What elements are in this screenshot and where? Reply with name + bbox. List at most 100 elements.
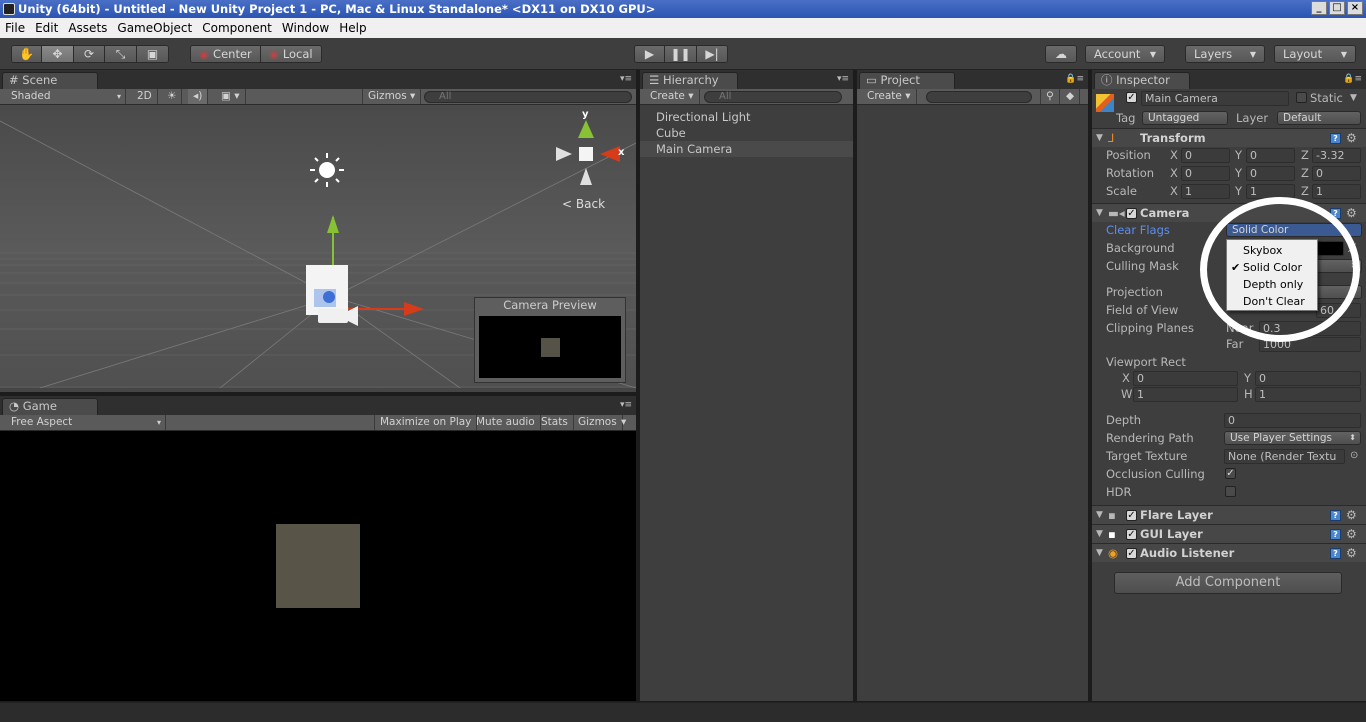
rotation-y-field[interactable]: 0 [1246, 166, 1295, 181]
project-search-input[interactable] [926, 91, 1032, 103]
step-icon[interactable]: ▶| [697, 46, 727, 62]
move-tool-icon[interactable]: ✥ [42, 46, 74, 62]
scale-x-field[interactable]: 1 [1181, 184, 1230, 199]
menu-item-depth-only[interactable]: Depth only [1227, 276, 1317, 293]
menu-item-solid-color[interactable]: ✔ Solid Color [1227, 259, 1317, 276]
gear-icon[interactable]: ⚙ [1346, 547, 1357, 559]
aspect-dropdown[interactable]: Free Aspect ▾ [6, 415, 166, 430]
lock-and-menu-icon[interactable]: 🔒≡ [1343, 74, 1362, 84]
camera-enabled-checkbox[interactable]: ✓ [1126, 208, 1137, 219]
gameobject-active-checkbox[interactable]: ✓ [1126, 92, 1137, 103]
filter-by-type-icon[interactable]: ⚲ [1040, 89, 1060, 104]
help-icon[interactable]: ? [1330, 133, 1341, 144]
audio-listener-enabled-checkbox[interactable]: ✓ [1126, 548, 1137, 559]
foldout-arrow-icon[interactable]: ▼ [1096, 526, 1103, 542]
pivot-center-button[interactable]: ◉ Center [191, 46, 261, 62]
hdr-checkbox[interactable] [1225, 486, 1236, 497]
scale-z-field[interactable]: 1 [1312, 184, 1361, 199]
layers-dropdown[interactable]: Layers ▼ [1186, 46, 1264, 62]
target-texture-field[interactable]: None (Render Textu [1224, 449, 1345, 464]
menu-help[interactable]: Help [334, 21, 371, 35]
effects-dropdown-icon[interactable]: ▣ ▾ [216, 89, 246, 104]
gear-icon[interactable]: ⚙ [1346, 509, 1357, 521]
pivot-local-button[interactable]: ◉ Local [260, 46, 321, 62]
rotation-z-field[interactable]: 0 [1312, 166, 1361, 181]
rect-tool-icon[interactable]: ▣ [137, 46, 168, 62]
tab-inspector[interactable]: ⓘ Inspector [1094, 72, 1190, 89]
viewport-x-field[interactable]: 0 [1133, 371, 1238, 386]
gizmos-dropdown[interactable]: Gizmos ▾ [362, 89, 422, 104]
menu-file[interactable]: File [0, 21, 30, 35]
minimize-button[interactable]: _ [1311, 1, 1327, 15]
panel-menu-icon[interactable]: ▾≡ [620, 74, 632, 84]
scene-viewport[interactable]: y x < Back Camera Preview [0, 105, 636, 388]
rotate-tool-icon[interactable]: ⟳ [74, 46, 105, 62]
depth-field[interactable]: 0 [1224, 413, 1361, 428]
foldout-arrow-icon[interactable]: ▼ [1096, 545, 1103, 561]
position-x-field[interactable]: 0 [1181, 148, 1230, 163]
viewport-y-field[interactable]: 0 [1255, 371, 1361, 386]
gui-layer-enabled-checkbox[interactable]: ✓ [1126, 529, 1137, 540]
tab-hierarchy[interactable]: ☰ Hierarchy [642, 72, 738, 89]
audio-toggle-icon[interactable]: ◂) [188, 89, 209, 104]
help-icon[interactable]: ? [1330, 529, 1341, 540]
gui-layer-component-header[interactable]: ▼ ▪ ✓ GUI Layer ? ⚙ [1092, 524, 1366, 543]
maximize-button[interactable]: □ [1329, 1, 1345, 15]
gameobject-name-field[interactable]: Main Camera [1141, 91, 1289, 106]
hierarchy-item-directional-light[interactable]: Directional Light [640, 109, 853, 125]
hierarchy-search-input[interactable]: All [704, 91, 842, 103]
cloud-icon[interactable]: ☁ [1046, 46, 1076, 62]
tab-scene[interactable]: # Scene [2, 72, 98, 89]
static-dropdown-arrow-icon[interactable]: ▼ [1350, 90, 1357, 106]
transform-component-header[interactable]: ▼ ⅃ Transform ? ⚙ [1092, 128, 1366, 147]
rendering-path-dropdown[interactable]: Use Player Settings ⬍ [1224, 431, 1361, 445]
game-viewport[interactable] [0, 431, 636, 701]
add-component-button[interactable]: Add Component [1114, 572, 1342, 594]
project-create-dropdown[interactable]: Create ▾ [862, 89, 917, 104]
maximize-on-play-toggle[interactable]: Maximize on Play [374, 415, 478, 430]
2d-toggle-button[interactable]: 2D [132, 89, 158, 104]
help-icon[interactable]: ? [1330, 510, 1341, 521]
scene-search-input[interactable]: All [424, 91, 632, 103]
menu-window[interactable]: Window [277, 21, 334, 35]
menu-item-skybox[interactable]: Skybox [1227, 242, 1317, 259]
audio-listener-component-header[interactable]: ▼ ◉ ✓ Audio Listener ? ⚙ [1092, 543, 1366, 562]
mute-audio-toggle[interactable]: Mute audio [471, 415, 541, 430]
close-button[interactable]: × [1347, 1, 1363, 15]
menu-assets[interactable]: Assets [63, 21, 112, 35]
gear-icon[interactable]: ⚙ [1346, 132, 1357, 144]
gear-icon[interactable]: ⚙ [1346, 528, 1357, 540]
play-icon[interactable]: ▶ [635, 46, 665, 62]
hand-tool-icon[interactable]: ✋ [12, 46, 42, 62]
object-picker-icon[interactable]: ⊙ [1350, 448, 1358, 464]
foldout-arrow-icon[interactable]: ▼ [1096, 507, 1103, 523]
position-y-field[interactable]: 0 [1246, 148, 1295, 163]
hierarchy-create-dropdown[interactable]: Create ▾ [645, 89, 700, 104]
layer-dropdown[interactable]: Default [1277, 111, 1361, 125]
panel-menu-icon[interactable]: ▾≡ [620, 400, 632, 410]
help-icon[interactable]: ? [1330, 548, 1341, 559]
menu-gameobject[interactable]: GameObject [112, 21, 197, 35]
static-checkbox[interactable] [1296, 92, 1307, 103]
viewport-h-field[interactable]: 1 [1255, 387, 1361, 402]
viewport-w-field[interactable]: 1 [1133, 387, 1238, 402]
position-z-field[interactable]: -3.32 [1312, 148, 1361, 163]
foldout-arrow-icon[interactable]: ▼ [1096, 130, 1103, 146]
lighting-toggle-icon[interactable]: ☀ [162, 89, 183, 104]
tab-project[interactable]: ▭ Project [859, 72, 955, 89]
lock-and-menu-icon[interactable]: 🔒≡ [1065, 74, 1084, 84]
tag-dropdown[interactable]: Untagged [1142, 111, 1228, 125]
gear-icon[interactable]: ⚙ [1346, 207, 1357, 219]
pause-icon[interactable]: ❚❚ [665, 46, 697, 62]
menu-component[interactable]: Component [197, 21, 277, 35]
account-dropdown[interactable]: Account ▼ [1086, 46, 1164, 62]
filter-by-label-icon[interactable]: ◆ [1061, 89, 1081, 104]
panel-menu-icon[interactable]: ▾≡ [837, 74, 849, 84]
foldout-arrow-icon[interactable]: ▼ [1096, 205, 1103, 221]
rotation-x-field[interactable]: 0 [1181, 166, 1230, 181]
hierarchy-item-main-camera[interactable]: Main Camera [640, 141, 853, 157]
occlusion-culling-checkbox[interactable]: ✓ [1225, 468, 1236, 479]
scale-tool-icon[interactable]: ⤡ [105, 46, 137, 62]
gizmo-back-label[interactable]: < Back [562, 197, 605, 211]
layout-dropdown[interactable]: Layout ▼ [1275, 46, 1355, 62]
